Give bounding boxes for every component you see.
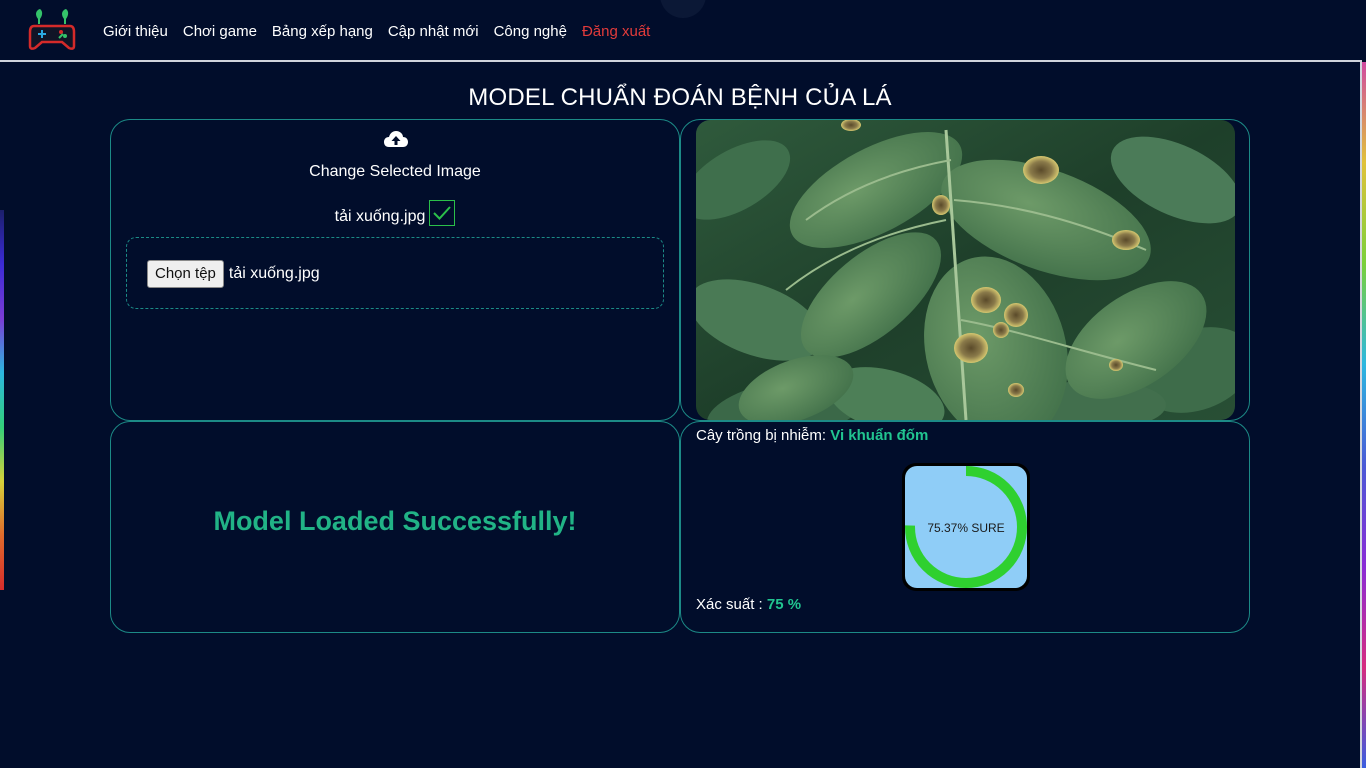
infection-result: Cây trồng bị nhiễm: Vi khuẩn đốm [696, 427, 928, 444]
right-gradient-bar [1362, 62, 1366, 768]
cloud-upload-icon[interactable] [383, 129, 409, 151]
nav-link-cong-nghe[interactable]: Công nghệ [494, 23, 567, 40]
file-input[interactable]: Chọn tệp tải xuống.jpg [147, 260, 320, 288]
nav-link-choi-game[interactable]: Chơi game [183, 23, 257, 40]
page-title: MODEL CHUẨN ĐOÁN BỆNH CỦA LÁ [468, 84, 892, 111]
nav-links: Giới thiệu Chơi game Bảng xếp hạng Cập n… [103, 23, 665, 40]
nav-link-gioi-thieu[interactable]: Giới thiệu [103, 23, 168, 40]
checkmark-icon [429, 200, 456, 226]
infected-label: Cây trồng bị nhiễm: [696, 427, 831, 444]
change-image-label[interactable]: Change Selected Image [111, 163, 679, 181]
probability-line: Xác suất : 75 % [696, 596, 801, 613]
nav-link-cap-nhat-moi[interactable]: Cập nhật mới [388, 23, 479, 40]
prediction-result-panel: Cây trồng bị nhiễm: Vi khuẩn đốm 75.37% … [680, 421, 1250, 633]
model-status-message: Model Loaded Successfully! [213, 506, 577, 536]
selected-file-row: tải xuống.jpg [111, 200, 679, 226]
gauge-face: 75.37% SURE [905, 466, 1027, 588]
chosen-file-name: tải xuống.jpg [228, 265, 320, 282]
choose-file-button[interactable]: Chọn tệp [147, 260, 224, 288]
probability-value: 75 % [766, 596, 802, 613]
nav-link-dang-xuat[interactable]: Đăng xuất [582, 23, 650, 40]
leaf-preview-image [696, 120, 1235, 420]
gauge-label: 75.37% SURE [927, 521, 1005, 535]
nav-link-bang-xep-hang[interactable]: Bảng xếp hạng [272, 23, 373, 40]
confidence-gauge: 75.37% SURE [902, 463, 1030, 591]
model-status-panel: Model Loaded Successfully! [110, 421, 680, 633]
probability-label: Xác suất : [696, 596, 767, 613]
file-drop-zone[interactable]: Chọn tệp tải xuống.jpg [126, 237, 664, 309]
top-circle-decoration [660, 0, 706, 18]
gamepad-logo-icon[interactable] [28, 8, 78, 52]
disease-name: Vi khuẩn đốm [830, 427, 929, 444]
navbar: Giới thiệu Chơi game Bảng xếp hạng Cập n… [0, 0, 1366, 62]
upload-panel: Change Selected Image tải xuống.jpg Chọn… [110, 119, 680, 421]
selected-file-name: tải xuống.jpg [334, 208, 426, 225]
image-preview-panel [680, 119, 1250, 421]
left-gradient-bar [0, 210, 4, 590]
